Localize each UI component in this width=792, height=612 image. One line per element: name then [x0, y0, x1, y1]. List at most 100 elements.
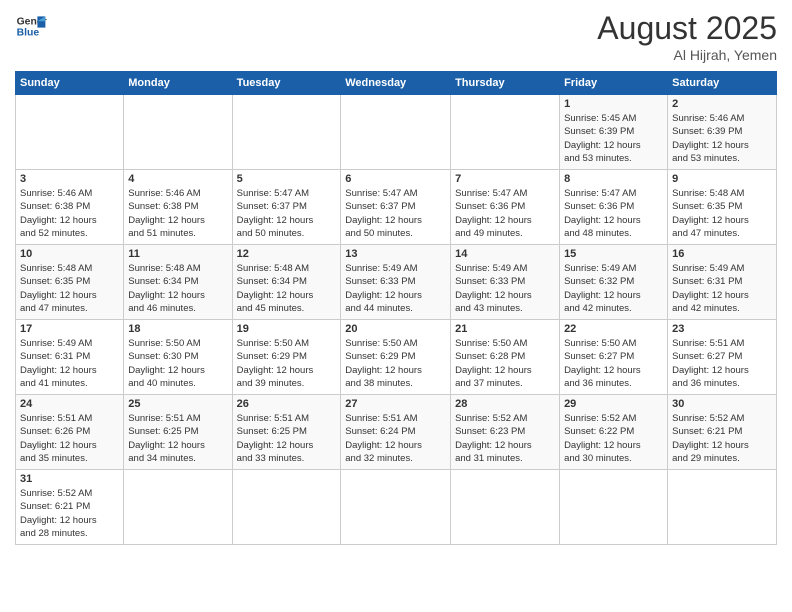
calendar-cell: 26 Sunrise: 5:51 AM Sunset: 6:25 PM Dayli…: [232, 395, 341, 470]
logo-icon: General Blue: [15, 10, 47, 42]
day-info: Sunrise: 5:46 AM Sunset: 6:39 PM Dayligh…: [672, 112, 772, 165]
day-number: 28: [455, 398, 555, 410]
weekday-header-wednesday: Wednesday: [341, 72, 451, 95]
calendar-week-4: 24Sunrise: 5:51 AM Sunset: 6:26 PM Dayli…: [16, 395, 777, 470]
calendar-cell: 29 Sunrise: 5:52 AM Sunset: 6:22 PM Dayli…: [560, 395, 668, 470]
calendar-cell: [668, 470, 777, 545]
day-number: 9: [672, 173, 772, 185]
calendar-cell: 27 Sunrise: 5:51 AM Sunset: 6:24 PM Dayli…: [341, 395, 451, 470]
calendar-cell: 5Sunrise: 5:47 AM Sunset: 6:37 PM Daylig…: [232, 170, 341, 245]
day-info: Sunrise: 5:52 AM Sunset: 6:22 PM Dayligh…: [564, 412, 663, 465]
calendar-week-1: 3 Sunrise: 5:46 AM Sunset: 6:38 PM Daylig…: [16, 170, 777, 245]
day-number: 8: [564, 173, 663, 185]
calendar-cell: 11 Sunrise: 5:48 AM Sunset: 6:34 PM Dayli…: [124, 245, 232, 320]
day-number: 25: [128, 398, 227, 410]
calendar-cell: [451, 95, 560, 170]
day-info: Sunrise: 5:45 AM Sunset: 6:39 PM Dayligh…: [564, 112, 663, 165]
weekday-header-thursday: Thursday: [451, 72, 560, 95]
calendar-cell: 20Sunrise: 5:50 AM Sunset: 6:29 PM Dayli…: [341, 320, 451, 395]
day-number: 22: [564, 323, 663, 335]
calendar-cell: [124, 470, 232, 545]
day-number: 1: [564, 98, 663, 110]
day-number: 3: [20, 173, 119, 185]
day-number: 2: [672, 98, 772, 110]
day-number: 21: [455, 323, 555, 335]
weekday-header-friday: Friday: [560, 72, 668, 95]
title-block: August 2025 Al Hijrah, Yemen: [597, 10, 777, 63]
day-info: Sunrise: 5:47 AM Sunset: 6:37 PM Dayligh…: [237, 187, 337, 240]
calendar-page: General Blue August 2025 Al Hijrah, Yeme…: [0, 0, 792, 612]
calendar-cell: 15Sunrise: 5:49 AM Sunset: 6:32 PM Dayli…: [560, 245, 668, 320]
calendar-cell: 14Sunrise: 5:49 AM Sunset: 6:33 PM Dayli…: [451, 245, 560, 320]
day-number: 7: [455, 173, 555, 185]
day-number: 27: [345, 398, 446, 410]
calendar-cell: [232, 95, 341, 170]
calendar-week-5: 31 Sunrise: 5:52 AM Sunset: 6:21 PM Dayli…: [16, 470, 777, 545]
calendar-cell: 28 Sunrise: 5:52 AM Sunset: 6:23 PM Dayli…: [451, 395, 560, 470]
calendar-cell: 10 Sunrise: 5:48 AM Sunset: 6:35 PM Dayli…: [16, 245, 124, 320]
day-info: Sunrise: 5:48 AM Sunset: 6:35 PM Dayligh…: [672, 187, 772, 240]
calendar-header: SundayMondayTuesdayWednesdayThursdayFrid…: [16, 72, 777, 95]
calendar-cell: 12Sunrise: 5:48 AM Sunset: 6:34 PM Dayli…: [232, 245, 341, 320]
day-number: 30: [672, 398, 772, 410]
day-number: 16: [672, 248, 772, 260]
calendar-cell: 31 Sunrise: 5:52 AM Sunset: 6:21 PM Dayli…: [16, 470, 124, 545]
calendar-cell: 23 Sunrise: 5:51 AM Sunset: 6:27 PM Dayli…: [668, 320, 777, 395]
main-title: August 2025: [597, 10, 777, 47]
day-number: 4: [128, 173, 227, 185]
calendar-cell: [16, 95, 124, 170]
calendar-cell: [341, 470, 451, 545]
calendar-cell: [451, 470, 560, 545]
day-info: Sunrise: 5:49 AM Sunset: 6:33 PM Dayligh…: [455, 262, 555, 315]
day-info: Sunrise: 5:46 AM Sunset: 6:38 PM Dayligh…: [20, 187, 119, 240]
weekday-header-row: SundayMondayTuesdayWednesdayThursdayFrid…: [16, 72, 777, 95]
day-info: Sunrise: 5:51 AM Sunset: 6:25 PM Dayligh…: [128, 412, 227, 465]
day-info: Sunrise: 5:50 AM Sunset: 6:28 PM Dayligh…: [455, 337, 555, 390]
day-number: 18: [128, 323, 227, 335]
calendar-cell: 17Sunrise: 5:49 AM Sunset: 6:31 PM Dayli…: [16, 320, 124, 395]
subtitle: Al Hijrah, Yemen: [597, 47, 777, 63]
day-number: 29: [564, 398, 663, 410]
calendar-cell: 3 Sunrise: 5:46 AM Sunset: 6:38 PM Daylig…: [16, 170, 124, 245]
day-number: 19: [237, 323, 337, 335]
day-info: Sunrise: 5:51 AM Sunset: 6:27 PM Dayligh…: [672, 337, 772, 390]
calendar-cell: [232, 470, 341, 545]
weekday-header-saturday: Saturday: [668, 72, 777, 95]
day-info: Sunrise: 5:52 AM Sunset: 6:23 PM Dayligh…: [455, 412, 555, 465]
calendar-cell: 9 Sunrise: 5:48 AM Sunset: 6:35 PM Daylig…: [668, 170, 777, 245]
weekday-header-sunday: Sunday: [16, 72, 124, 95]
day-info: Sunrise: 5:48 AM Sunset: 6:34 PM Dayligh…: [128, 262, 227, 315]
day-info: Sunrise: 5:52 AM Sunset: 6:21 PM Dayligh…: [20, 487, 119, 540]
calendar-table: SundayMondayTuesdayWednesdayThursdayFrid…: [15, 71, 777, 545]
day-info: Sunrise: 5:47 AM Sunset: 6:37 PM Dayligh…: [345, 187, 446, 240]
logo: General Blue: [15, 10, 47, 42]
day-number: 11: [128, 248, 227, 260]
calendar-cell: 18 Sunrise: 5:50 AM Sunset: 6:30 PM Dayli…: [124, 320, 232, 395]
calendar-cell: 6 Sunrise: 5:47 AM Sunset: 6:37 PM Daylig…: [341, 170, 451, 245]
day-info: Sunrise: 5:50 AM Sunset: 6:29 PM Dayligh…: [237, 337, 337, 390]
day-info: Sunrise: 5:51 AM Sunset: 6:24 PM Dayligh…: [345, 412, 446, 465]
calendar-cell: 30Sunrise: 5:52 AM Sunset: 6:21 PM Dayli…: [668, 395, 777, 470]
calendar-cell: 4 Sunrise: 5:46 AM Sunset: 6:38 PM Daylig…: [124, 170, 232, 245]
weekday-header-monday: Monday: [124, 72, 232, 95]
header: General Blue August 2025 Al Hijrah, Yeme…: [15, 10, 777, 63]
day-info: Sunrise: 5:49 AM Sunset: 6:33 PM Dayligh…: [345, 262, 446, 315]
calendar-cell: 7 Sunrise: 5:47 AM Sunset: 6:36 PM Daylig…: [451, 170, 560, 245]
day-number: 17: [20, 323, 119, 335]
day-number: 15: [564, 248, 663, 260]
day-number: 10: [20, 248, 119, 260]
day-info: Sunrise: 5:51 AM Sunset: 6:26 PM Dayligh…: [20, 412, 119, 465]
day-info: Sunrise: 5:46 AM Sunset: 6:38 PM Dayligh…: [128, 187, 227, 240]
day-info: Sunrise: 5:48 AM Sunset: 6:35 PM Dayligh…: [20, 262, 119, 315]
day-info: Sunrise: 5:47 AM Sunset: 6:36 PM Dayligh…: [455, 187, 555, 240]
day-info: Sunrise: 5:50 AM Sunset: 6:30 PM Dayligh…: [128, 337, 227, 390]
day-number: 23: [672, 323, 772, 335]
day-info: Sunrise: 5:51 AM Sunset: 6:25 PM Dayligh…: [237, 412, 337, 465]
day-number: 6: [345, 173, 446, 185]
calendar-week-2: 10 Sunrise: 5:48 AM Sunset: 6:35 PM Dayli…: [16, 245, 777, 320]
day-number: 31: [20, 473, 119, 485]
calendar-cell: 25 Sunrise: 5:51 AM Sunset: 6:25 PM Dayli…: [124, 395, 232, 470]
calendar-cell: 22Sunrise: 5:50 AM Sunset: 6:27 PM Dayli…: [560, 320, 668, 395]
day-info: Sunrise: 5:50 AM Sunset: 6:29 PM Dayligh…: [345, 337, 446, 390]
day-number: 26: [237, 398, 337, 410]
